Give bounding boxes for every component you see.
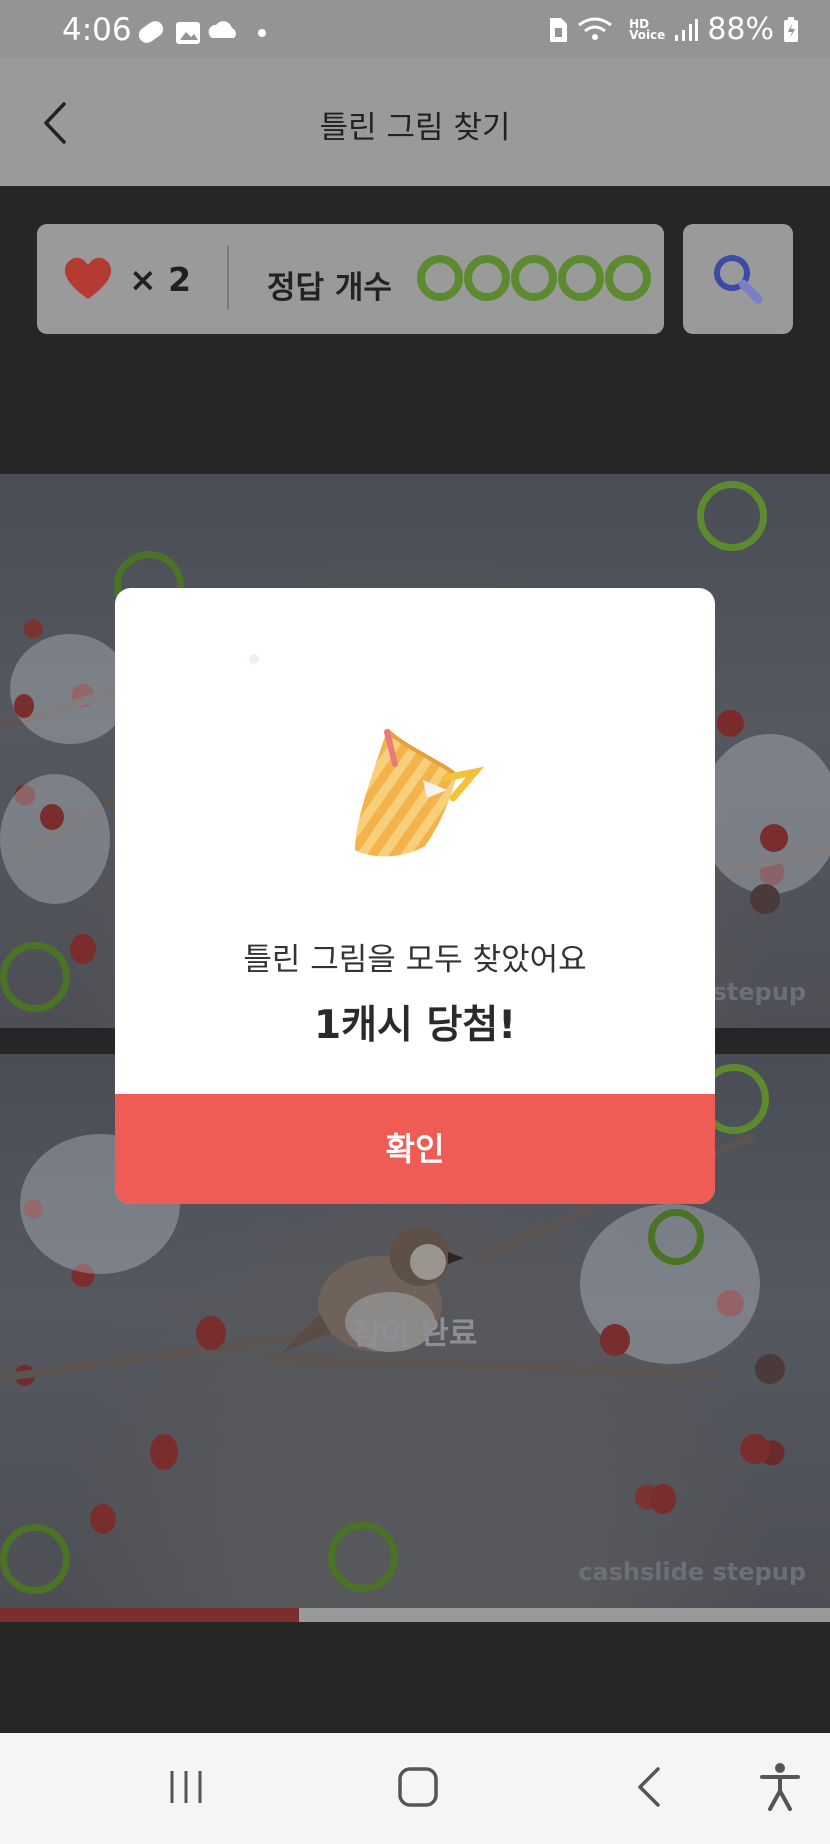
lives-count: × 2: [129, 260, 192, 299]
participation-complete-label: 참여 완료: [352, 1316, 478, 1352]
signal-icon: [675, 18, 699, 41]
heart-icon: [64, 257, 112, 299]
answer-indicators: [417, 255, 651, 301]
dot-icon: [258, 29, 266, 37]
notification-icons: [138, 21, 266, 44]
pill-icon: [138, 21, 164, 43]
home-icon[interactable]: [396, 1765, 440, 1809]
page-title: 틀린 그림 찾기: [319, 110, 511, 146]
answer-indicator-found: [558, 255, 604, 301]
game-status-panel: × 2 정답 개수: [37, 224, 664, 334]
berry: [740, 1434, 770, 1464]
watermark: cashslide stepup: [578, 1558, 806, 1586]
status-time: 4:06: [62, 12, 132, 48]
berry: [40, 804, 64, 830]
cloud-icon: [208, 21, 236, 38]
status-right: HD Voice 88%: [547, 12, 800, 47]
frost: [0, 774, 110, 904]
berry: [14, 694, 34, 718]
answer-indicator-found: [464, 255, 510, 301]
decoration-dot: [249, 654, 259, 664]
berry: [90, 1504, 116, 1534]
back-nav-icon[interactable]: [634, 1765, 666, 1809]
berry: [755, 1354, 785, 1384]
hint-button[interactable]: [683, 224, 793, 334]
result-dialog: 틀린 그림을 모두 찾았어요 1캐시 당첨! 확인: [115, 588, 715, 1204]
confirm-button[interactable]: 확인: [115, 1094, 715, 1204]
voice-label: Voice: [629, 27, 666, 42]
sim-icon: [550, 17, 568, 42]
answer-indicator-found: [417, 255, 463, 301]
accessibility-icon[interactable]: [758, 1761, 802, 1813]
hd-voice-badge: HD Voice: [629, 18, 666, 42]
panel-divider: [227, 246, 229, 310]
found-marker: [0, 1524, 70, 1594]
dialog-reward: 1캐시 당첨!: [313, 1003, 517, 1048]
found-marker: [648, 1209, 704, 1265]
party-popper-icon: [355, 728, 485, 857]
magnifier-icon: [714, 255, 763, 304]
wifi-icon: [578, 17, 612, 40]
found-marker: [0, 942, 70, 1012]
status-bar: 4:06 HD Voice 88%: [0, 0, 830, 58]
app-header: 틀린 그림 찾기: [0, 58, 830, 186]
answer-indicator-found: [511, 255, 557, 301]
found-marker: [328, 1522, 398, 1592]
answers-label: 정답 개수: [267, 270, 392, 306]
berry: [650, 1484, 676, 1514]
gallery-icon: [176, 22, 200, 44]
berry: [760, 824, 788, 852]
time-progress-fill: [0, 1608, 299, 1622]
recent-apps-icon[interactable]: [166, 1767, 206, 1807]
time-progress-bar: [0, 1608, 830, 1622]
found-marker: [697, 481, 767, 551]
battery-icon: [784, 16, 798, 42]
berry: [70, 934, 96, 964]
frost: [700, 734, 830, 894]
berry: [750, 884, 780, 914]
frost: [10, 634, 130, 744]
dialog-message: 틀린 그림을 모두 찾았어요: [243, 942, 587, 978]
answer-indicator-found: [605, 255, 651, 301]
battery-percent: 88%: [707, 12, 774, 47]
berry: [150, 1434, 178, 1470]
system-navigation-bar: [0, 1733, 830, 1844]
